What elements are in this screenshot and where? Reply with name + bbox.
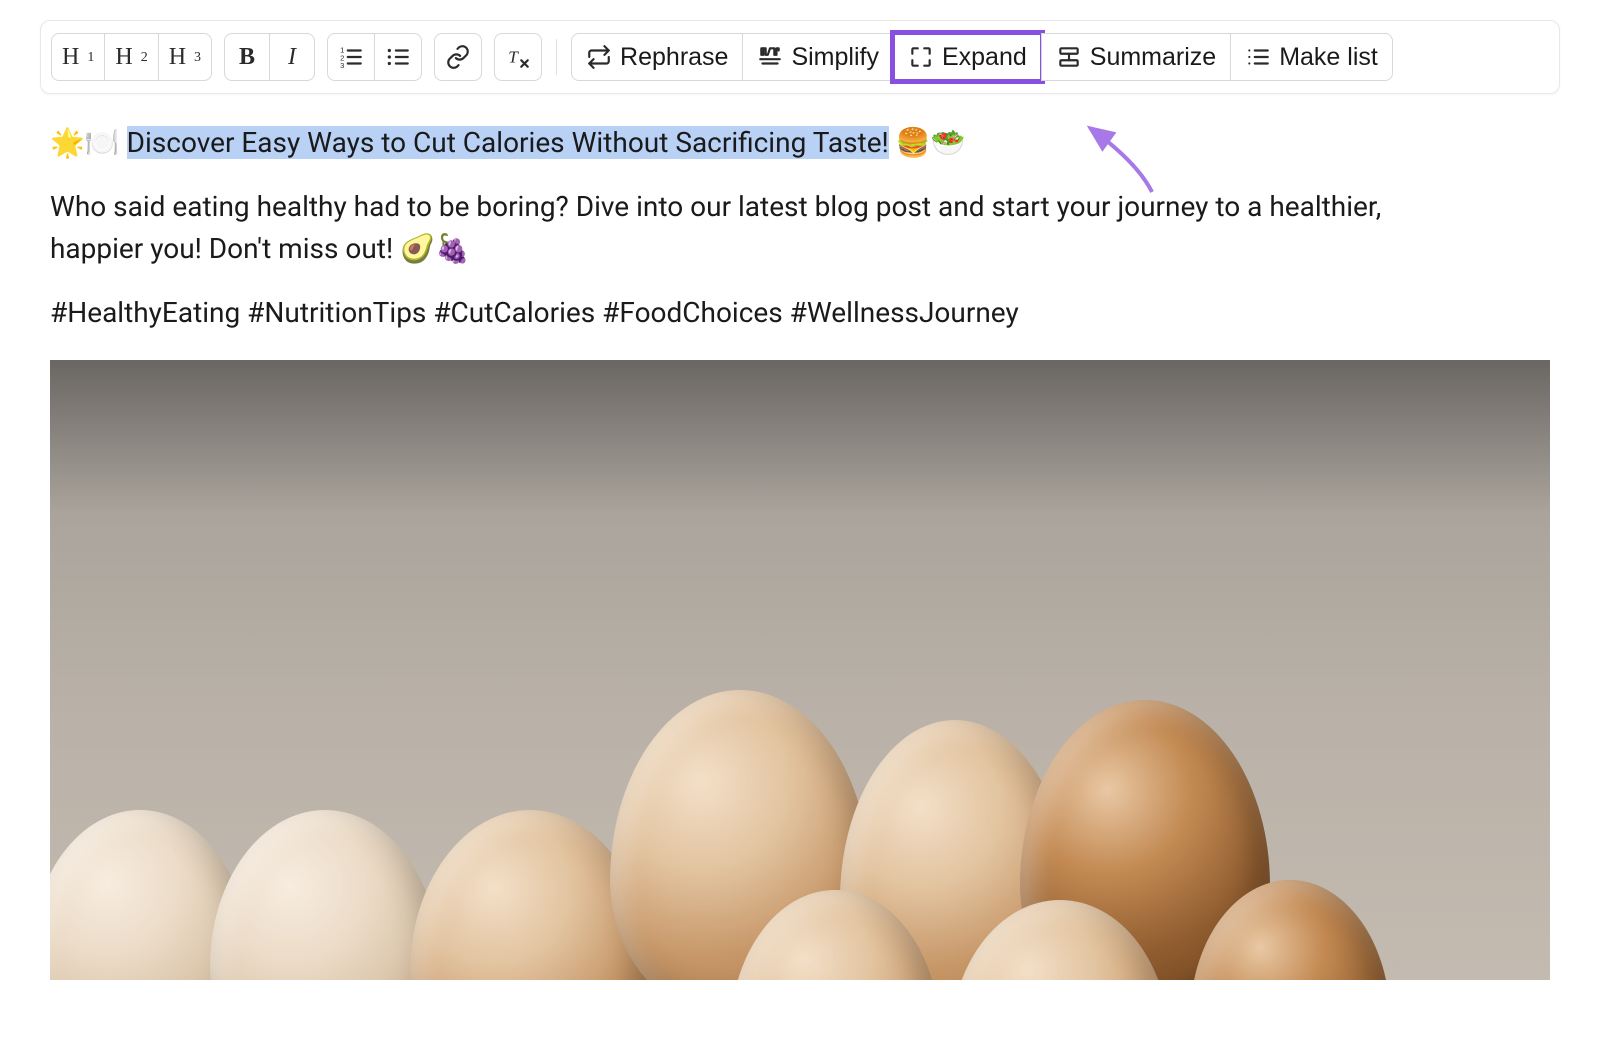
h3-label: H	[169, 44, 186, 71]
svg-text:T: T	[508, 47, 519, 66]
summarize-button[interactable]: Summarize	[1041, 33, 1231, 81]
content-image	[50, 360, 1550, 980]
simplify-label: Simplify	[791, 43, 879, 72]
makelist-icon	[1245, 44, 1271, 70]
svg-text:3: 3	[340, 61, 344, 70]
ordered-list-icon: 123	[338, 44, 364, 70]
unordered-list-icon	[385, 44, 411, 70]
h2-label: H	[115, 44, 132, 71]
content-hashtags[interactable]: #HealthyEating #NutritionTips #CutCalori…	[50, 292, 1550, 334]
unordered-list-button[interactable]	[374, 33, 422, 81]
summarize-icon	[1056, 44, 1082, 70]
content-paragraph[interactable]: Who said eating healthy had to be boring…	[50, 186, 1450, 270]
title-selected-text: Discover Easy Ways to Cut Calories Witho…	[127, 126, 889, 159]
h1-sub: 1	[87, 50, 94, 66]
clear-group: T	[494, 33, 542, 81]
editor-wrapper: H1 H2 H3 B I 123	[40, 20, 1560, 980]
format-group: B I	[224, 33, 315, 81]
bold-button[interactable]: B	[224, 33, 270, 81]
expand-button[interactable]: Expand	[893, 33, 1042, 81]
h2-sub: 2	[141, 50, 148, 66]
italic-button[interactable]: I	[269, 33, 315, 81]
link-group	[434, 33, 482, 81]
link-icon	[445, 44, 471, 70]
ordered-list-button[interactable]: 123	[327, 33, 375, 81]
summarize-label: Summarize	[1090, 43, 1216, 72]
makelist-label: Make list	[1279, 43, 1378, 72]
toolbar-divider	[556, 39, 557, 75]
clear-format-icon: T	[505, 44, 531, 70]
link-button[interactable]	[434, 33, 482, 81]
heading1-button[interactable]: H1	[51, 33, 105, 81]
expand-icon	[908, 44, 934, 70]
italic-label: I	[288, 44, 296, 71]
ai-actions-group: Rephrase Simplify Expand Summarize	[571, 33, 1393, 81]
simplify-icon	[757, 44, 783, 70]
h1-label: H	[62, 44, 79, 71]
headings-group: H1 H2 H3	[51, 33, 212, 81]
makelist-button[interactable]: Make list	[1230, 33, 1393, 81]
rephrase-icon	[586, 44, 612, 70]
expand-label: Expand	[942, 43, 1027, 72]
h3-sub: 3	[194, 50, 201, 66]
editor-toolbar: H1 H2 H3 B I 123	[40, 20, 1560, 94]
title-suffix-emoji: 🍔🥗	[889, 126, 966, 159]
title-prefix-emoji: 🌟🍽️	[50, 126, 127, 159]
simplify-button[interactable]: Simplify	[742, 33, 894, 81]
editor-content[interactable]: 🌟🍽️ Discover Easy Ways to Cut Calories W…	[40, 122, 1560, 980]
rephrase-button[interactable]: Rephrase	[571, 33, 743, 81]
clear-format-button[interactable]: T	[494, 33, 542, 81]
heading2-button[interactable]: H2	[104, 33, 158, 81]
egg	[210, 810, 440, 980]
bold-label: B	[239, 44, 255, 71]
rephrase-label: Rephrase	[620, 43, 728, 72]
content-title-line[interactable]: 🌟🍽️ Discover Easy Ways to Cut Calories W…	[50, 122, 1550, 164]
heading3-button[interactable]: H3	[158, 33, 212, 81]
list-group: 123	[327, 33, 422, 81]
